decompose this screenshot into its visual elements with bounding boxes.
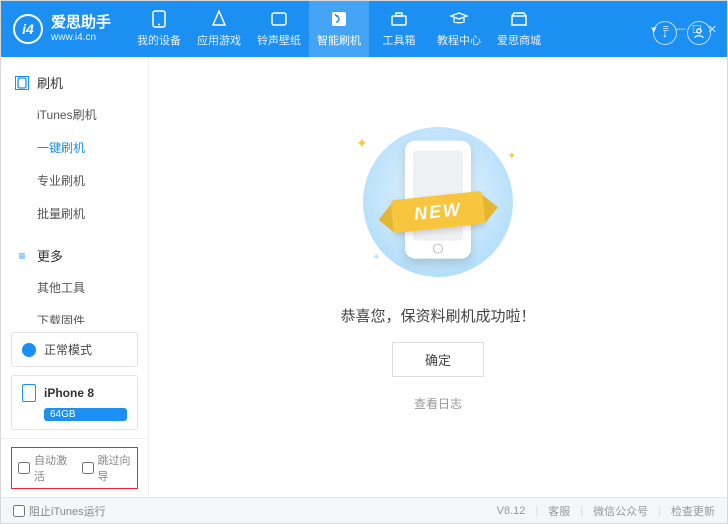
sidebar-item-download-fw[interactable]: 下载固件 — [1, 304, 148, 324]
download-icon[interactable]: ↓ — [653, 21, 677, 45]
app-title: 爱思助手 — [51, 15, 111, 32]
group-more-icon: ≡ — [15, 249, 29, 263]
nav-device[interactable]: 我的设备 — [129, 1, 189, 57]
sidebar-item-other-tools[interactable]: 其他工具 — [1, 271, 148, 304]
nav-ringtone[interactable]: 铃声壁纸 — [249, 1, 309, 57]
app-url: www.i4.cn — [51, 32, 111, 43]
top-nav: 我的设备 应用游戏 铃声壁纸 智能刷机 工具箱 教程中心 — [129, 1, 549, 57]
confirm-button[interactable]: 确定 — [392, 342, 484, 377]
block-itunes-input[interactable] — [13, 505, 25, 517]
sidebar-item-itunes-flash[interactable]: iTunes刷机 — [1, 98, 148, 131]
device-icon — [22, 384, 36, 402]
sidebar-group-more: ≡ 更多 — [1, 240, 148, 271]
apps-icon — [209, 10, 229, 28]
nav-toolbox[interactable]: 工具箱 — [369, 1, 429, 57]
device-panel[interactable]: iPhone 8 64GB — [11, 375, 138, 430]
device-name: iPhone 8 — [44, 386, 94, 400]
tutorial-icon — [449, 10, 469, 28]
nav-store[interactable]: 爱思商城 — [489, 1, 549, 57]
sidebar-item-pro-flash[interactable]: 专业刷机 — [1, 164, 148, 197]
device-capacity-badge: 64GB — [44, 408, 127, 421]
nav-apps[interactable]: 应用游戏 — [189, 1, 249, 57]
success-message: 恭喜您，保资料刷机成功啦！ — [340, 305, 535, 326]
nav-flash[interactable]: 智能刷机 — [309, 1, 369, 57]
auto-activate-checkbox[interactable]: 自动激活 — [18, 452, 68, 484]
ringtone-icon — [269, 10, 289, 28]
titlebar: i4 爱思助手 www.i4.cn 我的设备 应用游戏 铃声壁纸 智能刷机 — [1, 1, 727, 57]
sidebar-item-batch-flash[interactable]: 批量刷机 — [1, 197, 148, 230]
block-itunes-checkbox[interactable]: 阻止iTunes运行 — [13, 503, 106, 519]
sidebar-item-oneclick-flash[interactable]: 一键刷机 — [1, 131, 148, 164]
flash-icon — [329, 10, 349, 28]
main-panel: ✦ ✦ ✦ NEW 恭喜您，保资料刷机成功啦！ 确定 查看日志 — [149, 57, 727, 497]
skip-setup-checkbox[interactable]: 跳过向导 — [82, 452, 132, 484]
device-mode-button[interactable]: 正常模式 — [11, 332, 138, 367]
sidebar-group-flash: 刷机 — [1, 67, 148, 98]
highlighted-options: 自动激活 跳过向导 — [11, 447, 138, 489]
success-illustration: ✦ ✦ ✦ NEW — [338, 117, 538, 287]
store-icon — [509, 10, 529, 28]
logo-icon: i4 — [13, 14, 43, 44]
phone-icon — [149, 10, 169, 28]
skip-setup-input[interactable] — [82, 462, 94, 474]
status-bar: 阻止iTunes运行 V8.12 | 客服 | 微信公众号 | 检查更新 — [1, 497, 727, 523]
mode-icon — [22, 343, 36, 357]
sidebar: 刷机 iTunes刷机 一键刷机 专业刷机 批量刷机 ≡ 更多 其他工具 下载固… — [1, 57, 149, 497]
version-label: V8.12 — [497, 505, 526, 517]
check-update-link[interactable]: 检查更新 — [671, 503, 715, 519]
view-log-link[interactable]: 查看日志 — [414, 395, 462, 412]
user-icon[interactable] — [687, 21, 711, 45]
brand: i4 爱思助手 www.i4.cn — [13, 14, 111, 44]
auto-activate-input[interactable] — [18, 462, 30, 474]
group-icon — [15, 76, 29, 90]
wechat-link[interactable]: 微信公众号 — [593, 503, 648, 519]
support-link[interactable]: 客服 — [548, 503, 570, 519]
toolbox-icon — [389, 10, 409, 28]
nav-tutorial[interactable]: 教程中心 — [429, 1, 489, 57]
